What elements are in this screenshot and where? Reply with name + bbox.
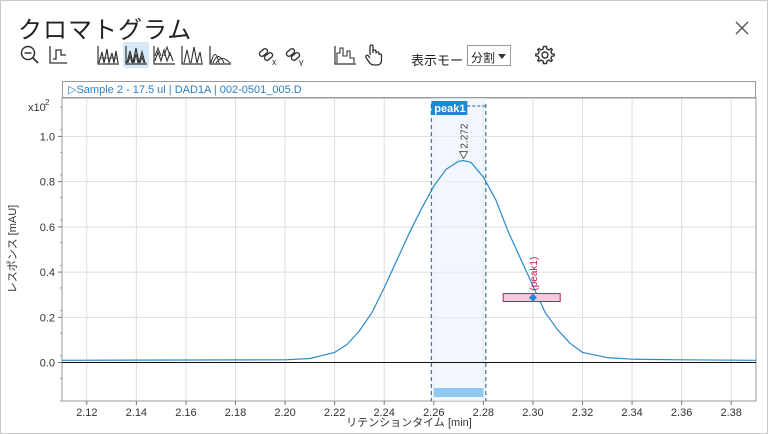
x-axis-label: リテンションタイム [min] <box>346 416 472 429</box>
peak-tag-label: peak1 <box>434 103 465 115</box>
y-multiplier: x10 <box>28 102 46 114</box>
x-tick-label: 2.38 <box>721 407 742 419</box>
x-tick-label: 2.20 <box>274 407 295 419</box>
series-layer <box>61 160 757 364</box>
chromatogram-window: クロマトグラム x y 表示モード 分割 ▷Sample 2 - 17.5 ul… <box>0 0 768 434</box>
y-tick-label: 1.0 <box>40 131 55 143</box>
chromatogram-chart[interactable]: 2.12 2.14 2.16 2.18 2.20 2.22 2.24 2.26 2.28 2.30… <box>1 1 767 433</box>
x-tick-label: 2.30 <box>522 407 543 419</box>
y-multiplier-exponent: 2 <box>45 98 50 107</box>
y-tick-label: 0.2 <box>40 312 55 324</box>
x-tick-label: 2.34 <box>621 407 642 419</box>
y-tick-label: 0.4 <box>40 267 55 279</box>
x-tick-label: 2.32 <box>572 407 593 419</box>
y-axis-label: レスポンス [mAU] <box>6 205 19 293</box>
expected-peak-label: (peak1) <box>529 257 540 291</box>
plot-frame <box>61 97 757 402</box>
grid-lines <box>62 98 756 401</box>
y-tick-label: 0.8 <box>40 177 55 189</box>
retention-window-bar[interactable] <box>433 388 484 397</box>
series-line <box>61 160 757 361</box>
x-tick-label: 2.16 <box>175 407 196 419</box>
axis-ticks: 2.12 2.14 2.16 2.18 2.20 2.22 2.24 2.26 2.28 2.30… <box>40 106 742 419</box>
apex-retention-label: 2.272 <box>460 123 471 148</box>
y-tick-label: 0.0 <box>40 358 55 370</box>
x-tick-label: 2.28 <box>473 407 494 419</box>
x-tick-label: 2.18 <box>225 407 246 419</box>
x-tick-label: 2.36 <box>671 407 692 419</box>
y-tick-label: 0.6 <box>40 222 55 234</box>
x-tick-label: 2.22 <box>324 407 345 419</box>
x-tick-label: 2.12 <box>76 407 97 419</box>
x-tick-label: 2.14 <box>126 407 147 419</box>
